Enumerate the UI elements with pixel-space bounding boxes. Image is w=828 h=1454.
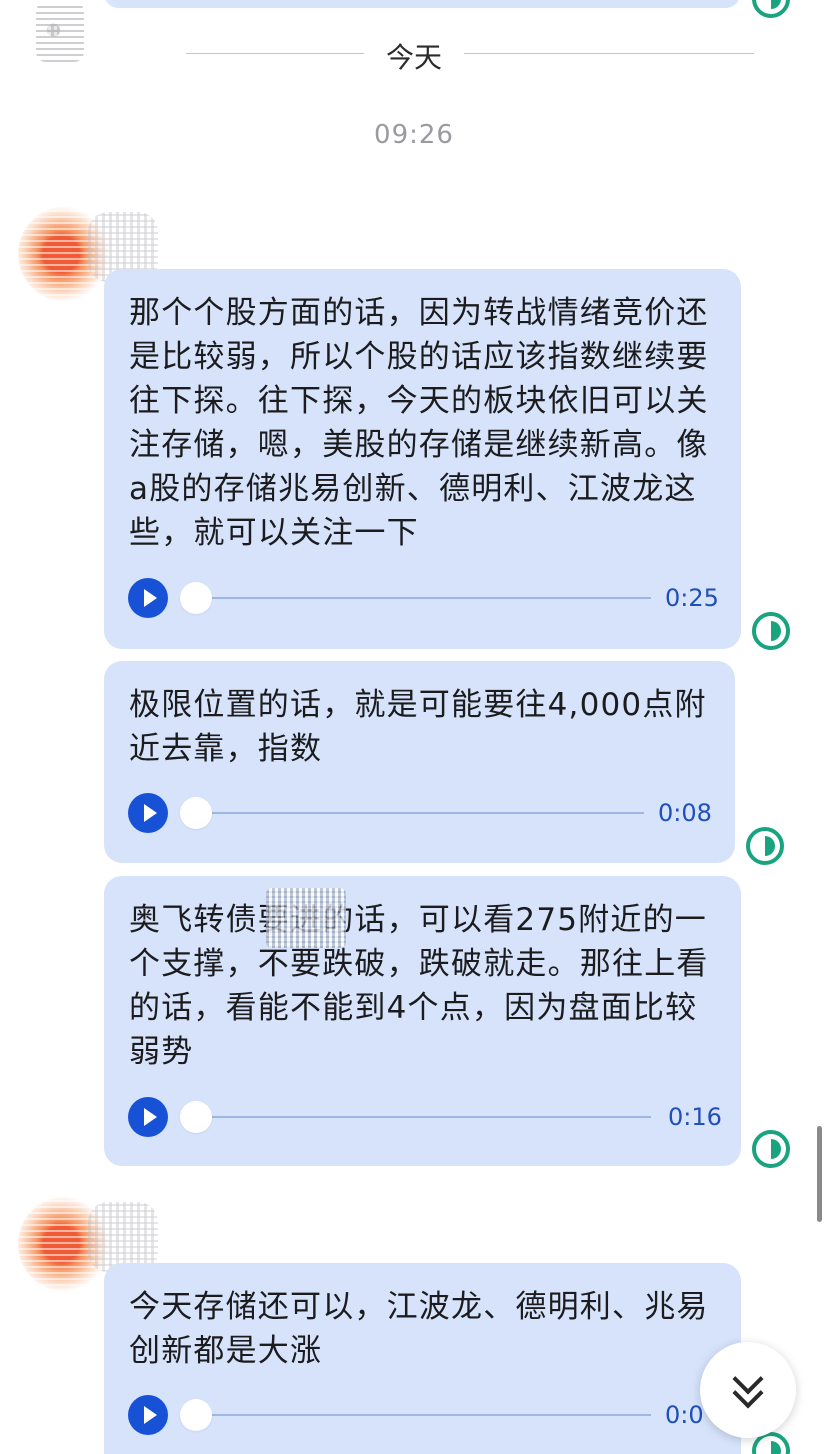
read-status-icon bbox=[746, 827, 784, 865]
voice-message-bubble[interactable]: 极限位置的话，就是可能要往4,000点附近去靠，指数 bbox=[104, 661, 735, 863]
transcript-text: 极限位置的话，就是可能要往4,000点附近去靠，指数 bbox=[129, 687, 707, 767]
scrollbar-thumb[interactable] bbox=[817, 1126, 822, 1222]
audio-progress-knob[interactable] bbox=[180, 1101, 212, 1133]
audio-progress-track[interactable] bbox=[196, 597, 651, 599]
play-button[interactable] bbox=[128, 793, 168, 833]
audio-progress-knob[interactable] bbox=[180, 797, 212, 829]
read-status-icon bbox=[752, 0, 790, 18]
play-icon bbox=[143, 589, 157, 607]
audio-progress-track[interactable] bbox=[196, 812, 644, 814]
play-icon bbox=[143, 1108, 157, 1126]
audio-duration: 0:08 bbox=[658, 799, 712, 827]
play-button[interactable] bbox=[128, 1097, 168, 1137]
time-label: 09:26 bbox=[374, 120, 454, 150]
play-icon bbox=[143, 804, 157, 822]
transcript-text: 今天存储还可以，江波龙、德明利、兆易创新都是大涨 bbox=[129, 1289, 709, 1369]
scroll-to-bottom-button[interactable] bbox=[700, 1342, 796, 1438]
previous-message-bubble[interactable] bbox=[104, 0, 740, 8]
day-label: 今天 bbox=[385, 41, 442, 74]
audio-duration: 0:0 bbox=[665, 1401, 704, 1429]
audio-progress-track[interactable] bbox=[196, 1414, 651, 1416]
sender-avatar[interactable] bbox=[18, 1196, 158, 1292]
audio-progress-knob[interactable] bbox=[180, 1399, 212, 1431]
audio-progress-knob[interactable] bbox=[180, 582, 212, 614]
double-chevron-down-icon bbox=[700, 1342, 796, 1438]
audio-duration: 0:16 bbox=[668, 1103, 722, 1131]
transcript-text: 奥飞转债要进的话，可以看275附近的一个支撑，不要跌破，跌破就走。那往上看的话，… bbox=[129, 902, 709, 1070]
audio-duration: 0:25 bbox=[665, 584, 719, 612]
play-icon bbox=[143, 1406, 157, 1424]
read-status-icon bbox=[752, 1130, 790, 1168]
play-button[interactable] bbox=[128, 1395, 168, 1435]
sender-avatar[interactable] bbox=[18, 206, 158, 302]
watermark-overlay bbox=[266, 888, 346, 948]
play-button[interactable] bbox=[128, 578, 168, 618]
transcript-text: 那个个股方面的话，因为转战情绪竞价还是比较弱，所以个股的话应该指数继续要往下探。… bbox=[129, 295, 709, 551]
audio-progress-track[interactable] bbox=[196, 1116, 651, 1118]
read-status-icon bbox=[752, 612, 790, 650]
